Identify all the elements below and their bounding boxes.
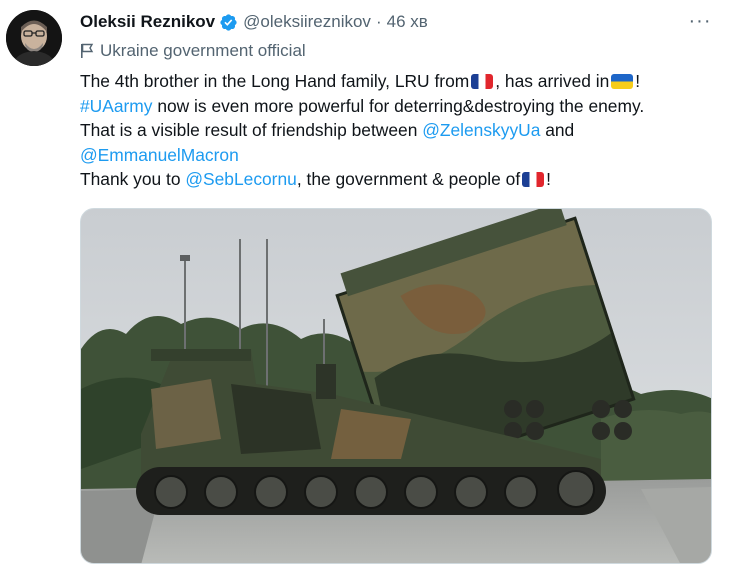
avatar[interactable] bbox=[6, 10, 62, 66]
text-segment: and bbox=[540, 120, 575, 140]
separator-dot: · bbox=[375, 12, 382, 31]
text-segment: Thank you to bbox=[80, 169, 186, 189]
verified-badge-icon bbox=[220, 13, 237, 31]
tweet-header: Oleksii Reznikov @oleksiireznikov · 46 х… bbox=[80, 10, 428, 34]
text-segment: ! bbox=[546, 169, 551, 189]
text-segment: , the government & people of bbox=[296, 169, 521, 189]
mention-link[interactable]: @ZelenskyyUa bbox=[422, 120, 540, 140]
rocket-launcher-photo bbox=[81, 209, 711, 563]
france-flag-emoji bbox=[471, 74, 494, 89]
text-segment: That is a visible result of friendship b… bbox=[80, 120, 423, 140]
government-label[interactable]: Ukraine government official bbox=[80, 40, 306, 62]
text-segment: , has arrived in bbox=[495, 71, 610, 91]
tweet-text: The 4th brother in the Long Hand family,… bbox=[80, 69, 720, 192]
tweet-photo[interactable] bbox=[80, 208, 712, 564]
tweet-line-3: That is a visible result of friendship b… bbox=[80, 118, 720, 143]
author-name[interactable]: Oleksii Reznikov bbox=[80, 12, 215, 32]
tweet-line-4: @EmmanuelMacron bbox=[80, 143, 720, 168]
tweet-line-1: The 4th brother in the Long Hand family,… bbox=[80, 69, 720, 94]
mention-link[interactable]: @EmmanuelMacron bbox=[80, 145, 239, 165]
flag-icon bbox=[81, 43, 94, 58]
more-options-icon[interactable]: ··· bbox=[686, 10, 714, 34]
label-text: Ukraine government official bbox=[100, 41, 306, 60]
text-segment: The 4th brother in the Long Hand family,… bbox=[80, 71, 470, 91]
tweet-line-2: #UAarmy now is even more powerful for de… bbox=[80, 94, 720, 119]
france-flag-emoji bbox=[522, 172, 545, 187]
timestamp[interactable]: 46 хв bbox=[387, 12, 428, 32]
tweet-line-5: Thank you to @SebLecornu, the government… bbox=[80, 167, 720, 192]
text-segment: now is even more powerful for deterring&… bbox=[152, 95, 645, 116]
hashtag-link[interactable]: #UAarmy bbox=[80, 96, 152, 116]
text-segment: ! bbox=[635, 71, 641, 91]
ukraine-flag-emoji bbox=[611, 74, 634, 89]
mention-link[interactable]: @SebLecornu bbox=[185, 169, 296, 189]
author-handle[interactable]: @oleksiireznikov bbox=[243, 12, 371, 32]
tweet[interactable]: Oleksii Reznikov @oleksiireznikov · 46 х… bbox=[0, 0, 737, 570]
